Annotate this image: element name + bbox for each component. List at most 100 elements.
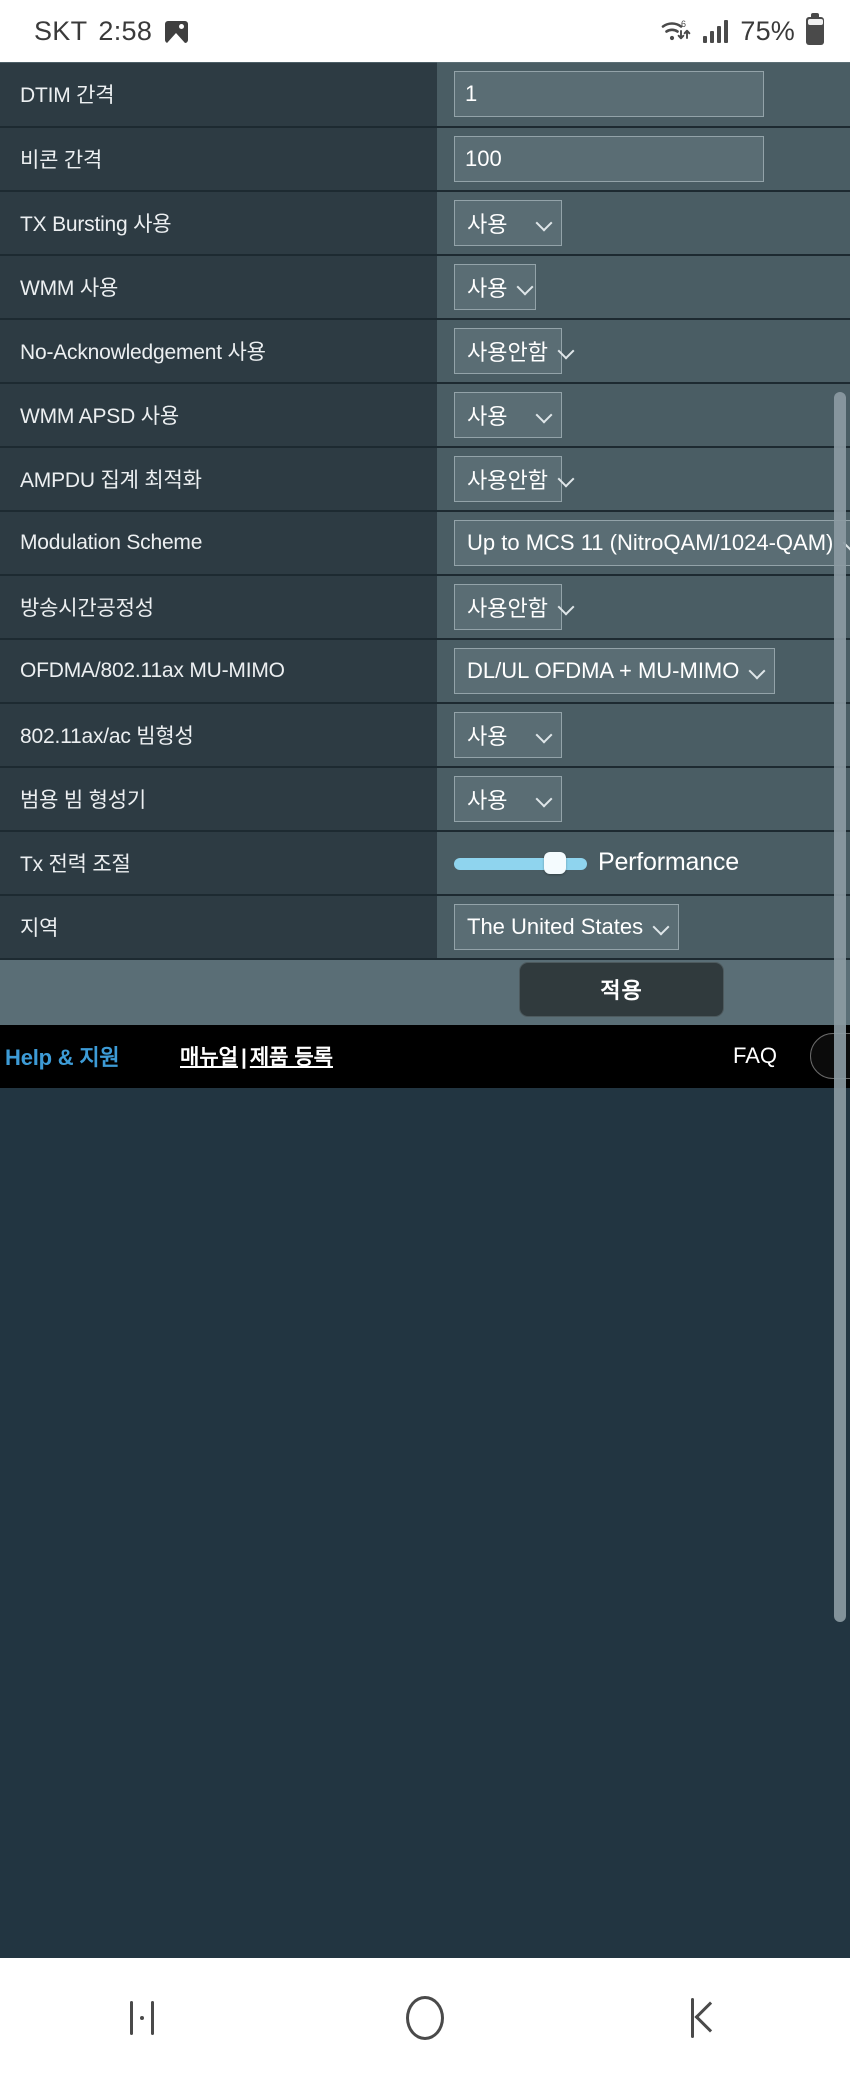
table-row: AMPDU 집계 최적화 사용안함 [0,446,850,512]
universal-beamforming-dropdown[interactable]: 사용 [454,775,562,822]
modulation-scheme-dropdown[interactable]: Up to MCS 11 (NitroQAM/1024-QAM) [454,519,850,566]
tx-power-slider[interactable] [454,851,587,874]
tx-bursting-dropdown-value: 사용 [467,211,508,237]
manual-link[interactable]: 매뉴얼 [180,1046,238,1069]
row-label-wmm: WMM 사용 [0,254,437,320]
beacon-interval-input[interactable] [454,135,764,182]
status-bar-left: SKT 2:58 [34,15,189,47]
row-value-modulation-scheme: Up to MCS 11 (NitroQAM/1024-QAM) [437,510,850,576]
home-button[interactable] [370,1973,480,2063]
chevron-down-icon [749,663,765,679]
recents-button[interactable] [87,1973,197,2063]
chevron-down-icon [558,471,574,487]
wmm-apsd-dropdown[interactable]: 사용 [454,391,562,438]
wireless-professional-settings-table: DTIM 간격 비콘 간격 TX Bursting 사용 사용 [0,62,850,960]
beamforming-dropdown-value: 사용 [467,723,508,749]
tx-bursting-dropdown[interactable]: 사용 [454,199,562,246]
table-row: Modulation Scheme Up to MCS 11 (NitroQAM… [0,510,850,576]
tx-power-slider-track [454,857,587,870]
blank-scroll-area [0,1087,850,1958]
beamforming-dropdown[interactable]: 사용 [454,711,562,758]
clock-label: 2:58 [98,15,153,46]
phone-screen: SKT 2:58 6 75% DTIM 간격 1 비콘 간격 100 TX Bu… [0,0,850,2078]
table-row: 비콘 간격 [0,126,850,192]
table-row: Tx 전력 조절 Performance [0,830,850,896]
region-dropdown-value: The United States [467,913,644,939]
row-label-tx-power-adjustment: Tx 전력 조절 [0,830,437,896]
dtim-interval-input[interactable] [454,71,764,118]
row-value-universal-beamforming: 사용 [437,766,850,832]
row-value-region: The United States [437,894,850,960]
ofdma-mu-mimo-dropdown-value: DL/UL OFDMA + MU-MIMO [467,657,740,683]
chevron-down-icon [558,343,574,359]
no-acknowledgement-dropdown-value: 사용안함 [467,339,548,365]
tx-power-slider-label: Performance [598,848,739,876]
apply-button[interactable]: 적용 [519,961,724,1017]
chevron-down-icon [653,919,669,935]
status-bar: SKT 2:58 6 75% [0,0,850,62]
row-value-dtim-interval [437,62,850,128]
faq-link[interactable]: FAQ [733,1043,777,1069]
wmm-dropdown[interactable]: 사용 [454,263,536,310]
no-acknowledgement-dropdown[interactable]: 사용안함 [454,327,562,374]
back-icon [691,1998,726,2038]
image-icon [165,21,189,43]
row-label-tx-bursting: TX Bursting 사용 [0,190,437,256]
table-row: WMM 사용 사용 [0,254,850,320]
row-label-modulation-scheme: Modulation Scheme [0,510,437,576]
tx-power-slider-thumb[interactable] [544,851,566,874]
row-label-no-acknowledgement: No-Acknowledgement 사용 [0,318,437,384]
table-row: TX Bursting 사용 사용 [0,190,850,256]
footer-bar: Help & 지원 매뉴얼 | 제품 등록 FAQ [0,1024,850,1088]
product-registration-link[interactable]: 제품 등록 [250,1046,333,1069]
row-label-universal-beamforming: 범용 빔 형성기 [0,766,437,832]
android-navigation-bar [0,1958,850,2078]
row-label-beamforming: 802.11ax/ac 빔형성 [0,702,437,768]
row-label-ampdu-aggregation: AMPDU 집계 최적화 [0,446,437,512]
recents-icon [129,2001,154,2035]
status-bar-right: 6 75% [660,13,824,47]
table-row: OFDMA/802.11ax MU-MIMO DL/UL OFDMA + MU-… [0,638,850,704]
back-button[interactable] [653,1973,763,2063]
home-icon [405,1996,444,2040]
row-label-wmm-apsd: WMM APSD 사용 [0,382,437,448]
row-value-ofdma-mu-mimo: DL/UL OFDMA + MU-MIMO [437,638,850,704]
row-value-ampdu-aggregation: 사용안함 [437,446,850,512]
table-row: 지역 The United States [0,894,850,960]
ampdu-aggregation-dropdown-value: 사용안함 [467,467,548,493]
row-value-wmm: 사용 [437,254,850,320]
row-value-wmm-apsd: 사용 [437,382,850,448]
airtime-fairness-dropdown[interactable]: 사용안함 [454,583,562,630]
table-row: No-Acknowledgement 사용 사용안함 [0,318,850,384]
wmm-dropdown-value: 사용 [467,275,508,301]
row-label-dtim-interval: DTIM 간격 [0,62,437,128]
ofdma-mu-mimo-dropdown[interactable]: DL/UL OFDMA + MU-MIMO [454,647,776,694]
chevron-down-icon [517,279,533,295]
row-value-airtime-fairness: 사용안함 [437,574,850,640]
row-value-no-acknowledgement: 사용안함 [437,318,850,384]
settings-table-body: DTIM 간격 비콘 간격 TX Bursting 사용 사용 [0,62,850,960]
vertical-scrollbar[interactable] [834,392,846,1622]
row-value-tx-power-adjustment: Performance [437,830,850,896]
modulation-scheme-dropdown-value: Up to MCS 11 (NitroQAM/1024-QAM) [467,529,834,555]
region-dropdown[interactable]: The United States [454,903,680,950]
ampdu-aggregation-dropdown[interactable]: 사용안함 [454,455,562,502]
battery-icon [806,13,824,45]
row-label-ofdma-mu-mimo: OFDMA/802.11ax MU-MIMO [0,638,437,704]
row-value-beamforming: 사용 [437,702,850,768]
help-and-support-label: Help & 지원 [5,1045,120,1070]
row-label-beacon-interval: 비콘 간격 [0,126,437,192]
battery-percent-label: 75% [740,15,795,46]
footer-links: 매뉴얼 | 제품 등록 [180,1041,333,1071]
carrier-label: SKT [34,15,88,46]
row-label-region: 지역 [0,894,437,960]
page-content: DTIM 간격 비콘 간격 TX Bursting 사용 사용 [0,62,850,1958]
universal-beamforming-dropdown-value: 사용 [467,787,508,813]
table-row: DTIM 간격 [0,62,850,128]
chevron-down-icon [536,215,552,231]
chevron-down-icon [536,407,552,423]
row-label-airtime-fairness: 방송시간공정성 [0,574,437,640]
row-value-tx-bursting: 사용 [437,190,850,256]
tx-power-slider-group: Performance [454,848,850,877]
row-value-beacon-interval [437,126,850,192]
